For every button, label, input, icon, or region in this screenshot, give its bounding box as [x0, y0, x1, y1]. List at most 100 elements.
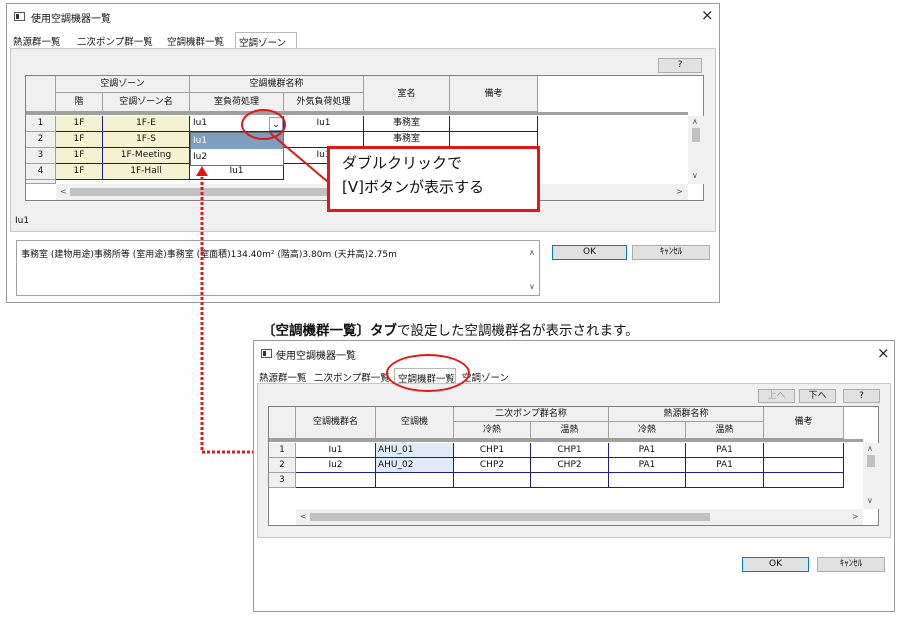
header-source-group: 熱源群名称 — [609, 407, 764, 422]
cell-source-cool[interactable] — [609, 473, 686, 488]
row-header-corner — [26, 76, 56, 112]
cell-outdoor-load[interactable]: Iu1 — [284, 116, 364, 132]
move-down-button[interactable]: 下へ — [799, 389, 836, 403]
help-button[interactable]: ? — [658, 58, 702, 73]
tab-panel: 上へ 下へ ? 空調機群名 空調機 二次ポンプ群名称 冷熱 温熱 熱源群名称 冷… — [257, 383, 891, 538]
annotation-ellipse — [386, 354, 470, 392]
cell-room-load[interactable]: Iu1 — [190, 164, 284, 180]
row-number[interactable]: 1 — [269, 443, 296, 458]
cell-zone-name[interactable]: 1F-Hall — [103, 164, 190, 180]
cell-note[interactable] — [764, 458, 844, 473]
cell-ahu[interactable]: AHU_02 — [376, 458, 454, 473]
cell-zone-name[interactable]: 1F-S — [103, 132, 190, 148]
tab-secondary-pump[interactable]: 二次ポンプ群一覧 — [311, 368, 390, 384]
cell-pump-heat[interactable]: CHP1 — [531, 443, 609, 458]
close-icon[interactable]: × — [701, 8, 714, 23]
room-load-value: Iu1 — [193, 118, 208, 128]
scroll-down-icon[interactable]: ∨ — [529, 283, 535, 291]
cell-pump-cool[interactable]: CHP1 — [454, 443, 531, 458]
cell-room-name[interactable]: 事務室 — [364, 116, 450, 132]
row-number[interactable]: 2 — [269, 458, 296, 473]
header-room-name: 室名 — [364, 76, 450, 112]
window-title: 使用空調機器一覧 — [31, 14, 111, 25]
callout-line-2: [V]ボタンが表示する — [342, 178, 484, 196]
vertical-scrollbar[interactable]: ∧ ∨ — [863, 443, 879, 509]
cell-pump-cool[interactable] — [454, 473, 531, 488]
scroll-up-icon[interactable]: ∧ — [692, 118, 698, 126]
row-number[interactable]: 2 — [26, 132, 56, 148]
scroll-down-icon[interactable]: ∨ — [692, 172, 698, 180]
room-info-text: 事務室 (建物用途)事務所等 (室用途)事務室 (室面積)134.40m² (階… — [21, 250, 397, 260]
room-info-box: 事務室 (建物用途)事務所等 (室用途)事務室 (室面積)134.40m² (階… — [16, 240, 540, 296]
ok-button[interactable]: OK — [552, 245, 627, 260]
cell-source-cool[interactable]: PA1 — [609, 443, 686, 458]
caption-text: 〔空調機群一覧〕タブで設定した空調機群名が表示されます。 — [262, 319, 639, 339]
dropdown-option[interactable]: Iu2 — [191, 149, 283, 165]
cancel-button[interactable]: ｷｬﾝｾﾙ — [632, 245, 710, 260]
caption-bold: 〔空調機群一覧〕タブ — [262, 323, 397, 339]
cell-floor[interactable]: 1F — [56, 116, 103, 132]
cell-ahu-group-name[interactable]: Iu1 — [296, 443, 376, 458]
tab-heat-source[interactable]: 熱源群一覧 — [10, 32, 61, 48]
close-icon[interactable]: × — [877, 346, 890, 361]
callout-line-1: ダブルクリックで — [342, 154, 463, 172]
cell-source-heat[interactable]: PA1 — [686, 443, 764, 458]
header-ac-zone: 空調ゾーン — [56, 76, 190, 93]
cancel-button[interactable]: ｷｬﾝｾﾙ — [817, 557, 885, 572]
cell-note[interactable] — [764, 443, 844, 458]
cell-pump-heat[interactable] — [531, 473, 609, 488]
header-pump-heat: 温熱 — [531, 422, 609, 439]
header-pump-cool: 冷熱 — [454, 422, 531, 439]
row-number[interactable]: 3 — [269, 473, 296, 488]
cell-zone-name[interactable]: 1F-E — [103, 116, 190, 132]
header-ahu: 空調機 — [376, 407, 454, 439]
scroll-right-icon[interactable]: > — [852, 513, 859, 521]
help-button[interactable]: ? — [843, 389, 880, 403]
tab-ac-zone[interactable]: 空調ゾーン — [235, 32, 297, 49]
cell-pump-heat[interactable]: CHP2 — [531, 458, 609, 473]
scrollbar-thumb[interactable] — [692, 128, 700, 142]
window-2: 使用空調機器一覧 × 熱源群一覧 二次ポンプ群一覧 空調機群一覧 空調ゾーン 上… — [253, 340, 895, 612]
tab-heat-source[interactable]: 熱源群一覧 — [256, 368, 307, 384]
cell-source-cool[interactable]: PA1 — [609, 458, 686, 473]
move-up-button[interactable]: 上へ — [758, 389, 795, 403]
cell-floor[interactable]: 1F — [56, 148, 103, 164]
cell-ahu[interactable]: AHU_01 — [376, 443, 454, 458]
scrollbar-thumb[interactable] — [70, 188, 370, 196]
row-header-corner — [269, 407, 296, 439]
row-number[interactable]: 1 — [26, 116, 56, 132]
header-source-heat: 温熱 — [686, 422, 764, 439]
cell-source-heat[interactable]: PA1 — [686, 458, 764, 473]
tab-secondary-pump[interactable]: 二次ポンプ群一覧 — [74, 32, 153, 48]
cell-pump-cool[interactable]: CHP2 — [454, 458, 531, 473]
cell-source-heat[interactable] — [686, 473, 764, 488]
cell-note[interactable] — [764, 473, 844, 488]
cell-floor[interactable]: 1F — [56, 132, 103, 148]
app-icon — [14, 12, 25, 21]
scroll-right-icon[interactable]: > — [676, 188, 683, 196]
cell-ahu-group-name[interactable]: Iu2 — [296, 458, 376, 473]
scroll-up-icon[interactable]: ∧ — [529, 249, 535, 257]
scroll-down-icon[interactable]: ∨ — [867, 497, 873, 505]
vertical-scrollbar[interactable]: ∧ ∨ — [688, 116, 704, 184]
title-bar: 使用空調機器一覧 × — [254, 341, 894, 365]
scrollbar-thumb[interactable] — [310, 513, 710, 521]
tab-ahu-group[interactable]: 空調機群一覧 — [164, 32, 224, 48]
scroll-left-icon[interactable]: < — [300, 513, 307, 521]
scrollbar-thumb[interactable] — [867, 455, 875, 467]
header-floor: 階 — [56, 93, 103, 112]
cell-note[interactable] — [450, 116, 538, 132]
annotation-circle — [241, 109, 286, 140]
ok-button[interactable]: OK — [742, 557, 809, 572]
cell-zone-name[interactable]: 1F-Meeting — [103, 148, 190, 164]
horizontal-scrollbar[interactable]: < > — [296, 509, 863, 525]
caption-rest: で設定した空調機群名が表示されます。 — [397, 323, 639, 339]
cell-ahu[interactable] — [376, 473, 454, 488]
scroll-up-icon[interactable]: ∧ — [867, 445, 873, 453]
cell-floor[interactable]: 1F — [56, 164, 103, 180]
row-number[interactable]: 4 — [26, 164, 56, 180]
row-number[interactable]: 3 — [26, 148, 56, 164]
cell-ahu-group-name[interactable] — [296, 473, 376, 488]
ahu-group-grid: 空調機群名 空調機 二次ポンプ群名称 冷熱 温熱 熱源群名称 冷熱 温熱 備考 … — [268, 406, 879, 526]
scroll-left-icon[interactable]: < — [60, 188, 67, 196]
